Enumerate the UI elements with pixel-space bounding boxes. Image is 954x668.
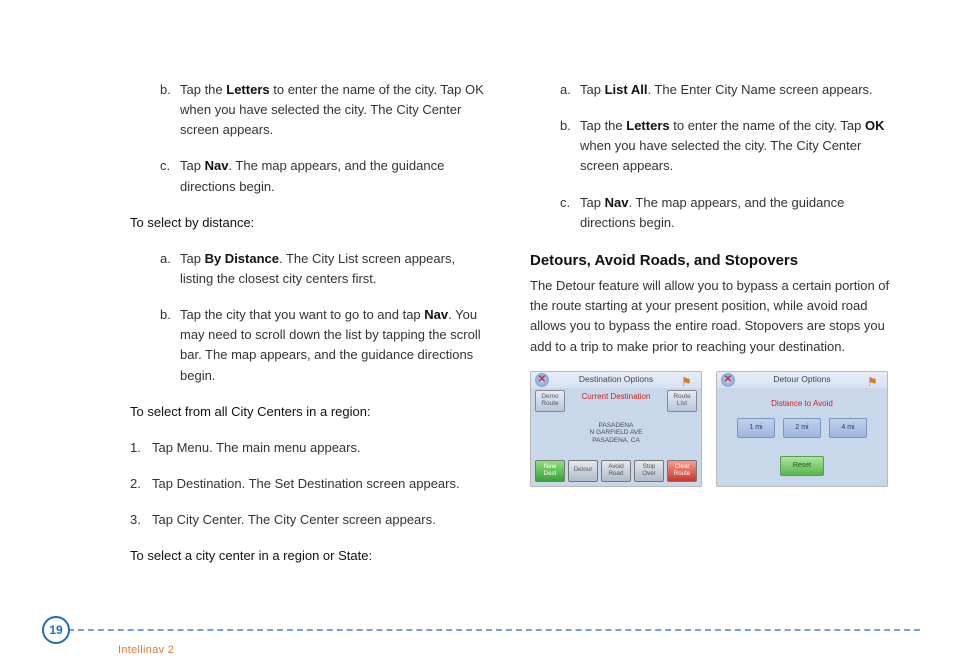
page-content: b. Tap the Letters to enter the name of …: [0, 0, 954, 582]
text-bold: List All: [605, 82, 648, 97]
list-marker: 3.: [130, 510, 141, 530]
screenshot-body: Distance to Avoid 1 mi 2 mi 4 mi Reset: [717, 388, 887, 476]
page-number-badge: 19: [42, 616, 70, 644]
list-item: 1. Tap Menu. The main menu appears.: [130, 438, 490, 458]
addr-line: N GARFIELD AVE: [571, 429, 661, 436]
text-bold: Nav: [424, 307, 448, 322]
sub-heading-distance: To select by distance:: [130, 213, 490, 233]
reset-button[interactable]: Reset: [780, 456, 824, 476]
footer-label: Intellinav 2: [118, 644, 174, 656]
stop-over-button[interactable]: Stop Over: [634, 460, 664, 482]
text: when you have selected the city. The Cit…: [580, 138, 861, 173]
list-item: a. Tap List All. The Enter City Name scr…: [530, 80, 894, 100]
bottom-button-row: New Dest Detour Avoid Road Stop Over Cle…: [535, 460, 697, 482]
text-bold: OK: [865, 118, 885, 133]
screenshot-body: Current Destination Demo Route Route Lis…: [531, 388, 701, 486]
list-item: c. Tap Nav. The map appears, and the gui…: [530, 193, 894, 233]
text: Tap: [580, 82, 605, 97]
text: . The Enter City Name screen appears.: [647, 82, 872, 97]
sub-heading-state: To select a city center in a region or S…: [130, 546, 490, 566]
section-body: The Detour feature will allow you to byp…: [530, 276, 894, 357]
screenshot-header: ✕ Detour Options ⚑: [717, 372, 887, 388]
text: Tap City Center. The City Center screen …: [152, 512, 436, 527]
text: to enter the name of the city. Tap: [670, 118, 865, 133]
text-bold: Nav: [205, 158, 229, 173]
text: Tap: [580, 195, 605, 210]
detour-button[interactable]: Detour: [568, 460, 598, 482]
text: Tap the: [580, 118, 626, 133]
text: Tap: [180, 158, 205, 173]
list-item: b. Tap the city that you want to go to a…: [130, 305, 490, 386]
close-icon[interactable]: ✕: [721, 373, 735, 387]
list-marker: b.: [160, 305, 171, 325]
list-item: 3. Tap City Center. The City Center scre…: [130, 510, 490, 530]
screenshot-destination-options: ✕ Destination Options ⚑ Current Destinat…: [530, 371, 702, 487]
route-list-button[interactable]: Route List: [667, 390, 697, 412]
text: Tap Menu. The main menu appears.: [152, 440, 361, 455]
text: Tap the city that you want to go to and …: [180, 307, 424, 322]
demo-route-button[interactable]: Demo Route: [535, 390, 565, 412]
text-bold: By Distance: [205, 251, 279, 266]
text-bold: Letters: [226, 82, 269, 97]
screenshot-subtitle: Distance to Avoid: [717, 388, 887, 416]
text-bold: Letters: [626, 118, 669, 133]
reset-row: Reset: [717, 456, 887, 476]
list-marker: a.: [160, 249, 171, 269]
list-marker: a.: [560, 80, 571, 100]
list-item: b. Tap the Letters to enter the name of …: [130, 80, 490, 140]
text: Tap: [180, 251, 205, 266]
text-bold: Nav: [605, 195, 629, 210]
sub-heading-region: To select from all City Centers in a reg…: [130, 402, 490, 422]
list-marker: 1.: [130, 438, 141, 458]
list-item: 2. Tap Destination. The Set Destination …: [130, 474, 490, 494]
column-right: a. Tap List All. The Enter City Name scr…: [530, 80, 894, 582]
screenshots-row: ✕ Destination Options ⚑ Current Destinat…: [530, 371, 894, 487]
flag-icon[interactable]: ⚑: [867, 373, 883, 387]
text: Tap Destination. The Set Destination scr…: [152, 476, 460, 491]
new-dest-button[interactable]: New Dest: [535, 460, 565, 482]
distance-2mi-button[interactable]: 2 mi: [783, 418, 821, 438]
distance-row: 1 mi 2 mi 4 mi: [717, 416, 887, 438]
screenshot-detour-options: ✕ Detour Options ⚑ Distance to Avoid 1 m…: [716, 371, 888, 487]
list-marker: c.: [160, 156, 170, 176]
addr-line: PASADENA, CA: [571, 437, 661, 444]
list-item: a. Tap By Distance. The City List screen…: [130, 249, 490, 289]
address-display: PASADENA N GARFIELD AVE PASADENA, CA: [571, 422, 661, 444]
flag-icon[interactable]: ⚑: [681, 373, 697, 387]
distance-4mi-button[interactable]: 4 mi: [829, 418, 867, 438]
distance-1mi-button[interactable]: 1 mi: [737, 418, 775, 438]
screenshot-header: ✕ Destination Options ⚑: [531, 372, 701, 388]
screenshot-title: Detour Options: [773, 373, 830, 386]
screenshot-title: Destination Options: [579, 373, 653, 386]
list-marker: b.: [560, 116, 571, 136]
list-marker: 2.: [130, 474, 141, 494]
section-title: Detours, Avoid Roads, and Stopovers: [530, 249, 894, 272]
close-icon[interactable]: ✕: [535, 373, 549, 387]
avoid-road-button[interactable]: Avoid Road: [601, 460, 631, 482]
text: Tap the: [180, 82, 226, 97]
list-marker: b.: [160, 80, 171, 100]
clear-route-button[interactable]: Clear Route: [667, 460, 697, 482]
list-marker: c.: [560, 193, 570, 213]
list-item: b. Tap the Letters to enter the name of …: [530, 116, 894, 176]
column-left: b. Tap the Letters to enter the name of …: [130, 80, 490, 582]
list-item: c. Tap Nav. The map appears, and the gui…: [130, 156, 490, 196]
page-footer: 19 Intellinav 2: [0, 616, 954, 646]
footer-divider: [68, 629, 920, 631]
addr-line: PASADENA: [571, 422, 661, 429]
